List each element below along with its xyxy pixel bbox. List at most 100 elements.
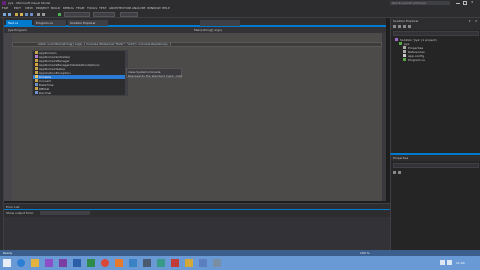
- app3-icon[interactable]: [185, 259, 193, 267]
- menu-window[interactable]: WINDOW: [147, 6, 161, 10]
- output-content[interactable]: [4, 217, 390, 250]
- home-icon[interactable]: [393, 25, 396, 28]
- start-debug-icon[interactable]: [58, 13, 61, 16]
- intellisense-tooltip: class System.Console Represents the stan…: [126, 68, 182, 78]
- editor-gutter: [4, 33, 12, 201]
- app4-icon[interactable]: [199, 259, 207, 267]
- quick-launch-text: Quick Launch (Ctrl+Q): [392, 1, 426, 5]
- categorized-icon[interactable]: [393, 171, 396, 174]
- nav-left-dropdown[interactable]: Jiya.Program: [8, 28, 98, 32]
- wrench-icon: [403, 46, 406, 49]
- start-icon[interactable]: [3, 259, 11, 267]
- intellisense-popup[interactable]: AppDomain AppDomainInitializer AppDomain…: [32, 50, 128, 96]
- delegate-icon: [35, 55, 38, 58]
- references-icon: [403, 50, 406, 53]
- tree-item[interactable]: Program.cs: [403, 58, 479, 62]
- enum-icon: [35, 63, 38, 66]
- properties-window: Properties: [390, 153, 480, 250]
- toolbar: [0, 11, 480, 18]
- new-project-icon[interactable]: [15, 13, 18, 16]
- tray-network-icon[interactable]: [440, 260, 445, 265]
- mail-icon[interactable]: [129, 259, 137, 267]
- class-icon: [35, 75, 38, 78]
- save-all-icon[interactable]: [30, 13, 33, 16]
- menu-help[interactable]: HELP: [162, 6, 172, 10]
- vs-logo-icon: [2, 1, 6, 5]
- status-text: Ready: [3, 251, 13, 255]
- class-icon: [35, 51, 38, 54]
- chrome-icon[interactable]: [101, 259, 109, 267]
- class-icon: [35, 87, 38, 90]
- app5-icon[interactable]: [213, 259, 221, 267]
- close-icon[interactable]: ✕: [475, 19, 479, 23]
- nav-right-dropdown[interactable]: Main(string[] args): [194, 28, 284, 32]
- menu-build[interactable]: BUILD: [51, 6, 62, 10]
- search-solution-box[interactable]: [393, 31, 479, 36]
- word-icon[interactable]: [73, 259, 81, 267]
- properties-header: Properties: [391, 155, 480, 161]
- tab-solution[interactable]: Solution Explorer: [68, 20, 108, 26]
- taskbar: 11:04: [0, 256, 480, 270]
- solution-icon: [395, 38, 398, 41]
- tooltip-description: Represents the standard input, output, a…: [128, 74, 182, 78]
- refresh-icon[interactable]: [398, 25, 401, 28]
- vs-icon[interactable]: [45, 259, 53, 267]
- output-panel: Error List Show output from:: [4, 203, 390, 250]
- minimize-icon[interactable]: [456, 3, 460, 4]
- tab-test[interactable]: Test.cs: [6, 20, 32, 26]
- menu-tools[interactable]: TOOLS: [87, 6, 98, 10]
- menu-file[interactable]: FILE: [2, 6, 14, 10]
- app-icon[interactable]: [157, 259, 165, 267]
- menu-team[interactable]: TEAM: [76, 6, 86, 10]
- intellisense-item[interactable]: Decimal: [33, 91, 125, 95]
- calc-icon[interactable]: [143, 259, 151, 267]
- close-icon[interactable]: ✕: [471, 0, 477, 4]
- find-dropdown[interactable]: [120, 12, 138, 17]
- platform-dropdown[interactable]: [93, 12, 115, 17]
- pin-icon[interactable]: ▾: [469, 19, 473, 23]
- app2-icon[interactable]: [171, 259, 179, 267]
- menu-architecture[interactable]: ARCHITECTURE: [109, 6, 131, 10]
- csharp-file-icon: [403, 58, 406, 61]
- menu-test[interactable]: TEST: [99, 6, 108, 10]
- alphabetical-icon[interactable]: [398, 171, 401, 174]
- class-icon: [35, 59, 38, 62]
- zoom-level[interactable]: 100 %: [360, 251, 380, 255]
- tab-right-marker[interactable]: [200, 20, 240, 26]
- config-file-icon: [403, 54, 406, 57]
- menu-debug[interactable]: DEBUG: [63, 6, 75, 10]
- redo-icon[interactable]: [42, 13, 45, 16]
- folder-icon[interactable]: [31, 259, 39, 267]
- forward-icon[interactable]: [8, 13, 11, 16]
- onenote-icon[interactable]: [59, 259, 67, 267]
- open-icon[interactable]: [20, 13, 23, 16]
- menu-view[interactable]: VIEW: [25, 6, 35, 10]
- collapse-icon[interactable]: [403, 25, 406, 28]
- undo-icon[interactable]: [37, 13, 40, 16]
- tab-program[interactable]: Program.cs: [34, 20, 66, 26]
- code-line-main: static void Main(string[] args) { Consol…: [38, 42, 172, 46]
- properties-object-dropdown[interactable]: [393, 163, 479, 168]
- menu-edit[interactable]: EDIT: [14, 6, 24, 10]
- class-icon: [35, 67, 38, 70]
- editor-vertical-scrollbar[interactable]: [382, 33, 386, 201]
- menu-analyze[interactable]: ANALYZE: [132, 6, 146, 10]
- media-icon[interactable]: [115, 259, 123, 267]
- excel-icon[interactable]: [87, 259, 95, 267]
- menu-project[interactable]: PROJECT: [36, 6, 50, 10]
- solution-explorer-toolbar: [391, 24, 480, 30]
- output-source-dropdown[interactable]: [40, 211, 90, 215]
- maximize-icon[interactable]: [463, 1, 467, 5]
- class-icon: [35, 79, 38, 82]
- back-icon[interactable]: [3, 13, 6, 16]
- clock[interactable]: 11:04: [456, 261, 476, 265]
- window-title: Jiya - Microsoft Visual Studio: [8, 1, 51, 5]
- ie-icon[interactable]: [17, 259, 25, 267]
- config-dropdown[interactable]: [64, 12, 90, 17]
- struct-icon: [35, 91, 38, 94]
- properties-icon[interactable]: [408, 25, 411, 28]
- save-icon[interactable]: [25, 13, 28, 16]
- output-toolbar: Show output from:: [4, 211, 390, 216]
- tray-volume-icon[interactable]: [447, 260, 452, 265]
- class-icon: [35, 71, 38, 74]
